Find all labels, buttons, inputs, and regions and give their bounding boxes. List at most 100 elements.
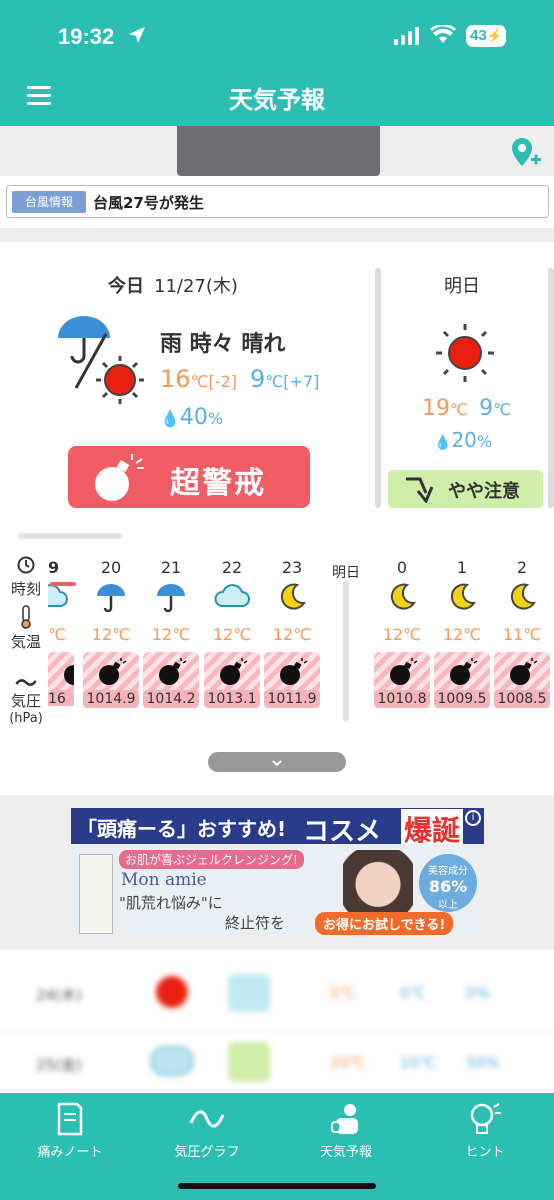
- arrow-down-curve-icon: [404, 475, 436, 508]
- today-rain: 💧40%: [160, 405, 224, 430]
- nav-bar: 天気予報: [0, 72, 554, 126]
- bomb-icon: [508, 658, 538, 690]
- hourly-column: 22 12℃ 1013.1: [202, 554, 262, 708]
- status-bar: 19:32 43⚡: [0, 0, 554, 72]
- sun-icon: [156, 976, 188, 1008]
- hour-temp: 12℃: [382, 625, 422, 644]
- home-indicator: [178, 1183, 376, 1189]
- rain-then-sun-icon: [54, 308, 150, 416]
- hour-label: 21: [160, 558, 182, 577]
- pressure-alert-cell: 16: [48, 652, 74, 706]
- product-tube-image: [79, 854, 113, 934]
- pressure-value: 1014.9: [83, 690, 139, 708]
- current-hour-indicator: [50, 582, 76, 586]
- hour-temp: 11℃: [502, 625, 542, 644]
- section-separator: [0, 228, 554, 242]
- raindrop-icon: 💧: [434, 435, 452, 451]
- pressure-value: 16: [48, 690, 74, 706]
- hour-label: 23: [281, 558, 303, 577]
- hour-temp: ℃: [48, 625, 66, 644]
- location-arrow-icon: [128, 26, 146, 48]
- pressure-value: 1011.9: [264, 690, 320, 708]
- bomb-icon: [157, 658, 187, 690]
- hourly-column: 20 12℃ 1014.9: [81, 554, 141, 708]
- hour-label: 2: [516, 558, 528, 577]
- battery-indicator: 43⚡: [466, 25, 506, 47]
- moon-icon: [432, 582, 492, 618]
- page-title: 天気予報: [229, 86, 325, 114]
- weekly-forecast[interactable]: 24(木) 0℃ 0℃ 0% 25(金) 20℃ 10℃ 50%: [0, 950, 554, 1092]
- moon-icon: [492, 582, 552, 618]
- ad-cta: お得にお試しできる!: [315, 912, 454, 935]
- hour-temp: 12℃: [151, 625, 191, 644]
- hour-label: 1: [456, 558, 468, 577]
- pressure-value: 1013.1: [204, 690, 260, 708]
- pressure-value: 1010.8: [374, 690, 430, 708]
- top-ad-strip: [0, 126, 554, 176]
- hourly-column: 23 12℃ 1011.9: [262, 554, 322, 708]
- hour-label: 22: [221, 558, 243, 577]
- hourly-column: 9 ℃ 16: [48, 554, 74, 706]
- tomorrow-alert-button[interactable]: やや注意: [388, 470, 543, 508]
- status-time: 19:32: [58, 24, 115, 49]
- bomb-icon: [278, 658, 308, 690]
- notebook-icon: [20, 1099, 120, 1139]
- signal-icon: [394, 27, 420, 49]
- wave-icon: [228, 974, 270, 1012]
- hourly-column: 21 12℃ 1014.2: [141, 554, 201, 708]
- chevron-down-icon: [271, 754, 283, 773]
- tomorrow-temps: 19℃ 9℃: [422, 396, 512, 421]
- cloud-icon: [48, 582, 74, 618]
- hourly-column: 1 12℃ 1009.5: [432, 554, 492, 708]
- bomb-icon: [90, 452, 146, 512]
- expand-chevron-button[interactable]: [208, 752, 346, 772]
- sun-icon: [434, 322, 496, 388]
- tab-pressure-graph[interactable]: 気圧グラフ: [157, 1099, 257, 1160]
- today-alert-button[interactable]: 超警戒: [68, 446, 310, 508]
- pressure-alert-cell: 1009.5: [434, 652, 490, 708]
- ad-banner[interactable]: 「頭痛ーる」おすすめ! コスメ 爆誕 i お肌が喜ぶジェルクレンジング! Mon…: [71, 808, 484, 936]
- tomorrow-rain: 💧20%: [434, 428, 493, 452]
- card-divider: [548, 268, 554, 508]
- hour-label: 20: [100, 558, 122, 577]
- card-scroll-indicator: [18, 533, 122, 539]
- pressure-value: 1009.5: [434, 690, 490, 708]
- hour-label: 0: [396, 558, 408, 577]
- bomb-icon: [388, 658, 418, 690]
- wifi-icon: [430, 23, 456, 49]
- notice-message: 台風27号が発生: [93, 194, 204, 212]
- add-location-icon[interactable]: [510, 136, 542, 174]
- ad-image[interactable]: [177, 126, 380, 176]
- weekly-row: 25(金) 20℃ 10℃ 50%: [0, 1030, 554, 1100]
- hourly-column: 0 12℃ 1010.8: [372, 554, 432, 708]
- typhoon-notice[interactable]: 台風情報 台風27号が発生: [6, 185, 549, 218]
- weather-person-icon: [296, 1099, 396, 1139]
- bomb-icon: [62, 658, 74, 690]
- ad-top-bar: 「頭痛ーる」おすすめ! コスメ 爆誕 i: [71, 808, 484, 849]
- weekly-row: 24(木) 0℃ 0℃ 0%: [0, 960, 554, 1030]
- bomb-icon: [97, 658, 127, 690]
- umbrella-icon: [81, 582, 141, 618]
- hour-temp: 12℃: [212, 625, 252, 644]
- bomb-icon: [448, 658, 478, 690]
- tab-hints[interactable]: ヒント: [435, 1099, 535, 1160]
- tab-pain-note[interactable]: 痛みノート: [20, 1099, 120, 1160]
- ad-badge: 美容成分 86% 以上: [419, 854, 477, 912]
- hour-temp: 12℃: [272, 625, 312, 644]
- info-icon[interactable]: i: [465, 810, 481, 826]
- today-temps: 16℃[-2] 9℃[+7]: [160, 365, 320, 393]
- hourly-column: 2 11℃ 1008.5: [492, 554, 552, 708]
- pressure-alert-cell: 1014.2: [143, 652, 199, 708]
- pressure-alert-cell: 1014.9: [83, 652, 139, 708]
- wave-icon: [157, 1099, 257, 1139]
- today-condition: 雨 時々 晴れ: [160, 332, 286, 357]
- arrow-icon: [228, 1042, 270, 1082]
- cloud-icon: [202, 582, 262, 618]
- umbrella-icon: [141, 582, 201, 618]
- tab-weather-forecast[interactable]: 天気予報: [296, 1099, 396, 1160]
- raindrop-icon: 💧: [160, 409, 180, 428]
- pressure-alert-cell: 1011.9: [264, 652, 320, 708]
- pressure-value: 1014.2: [143, 690, 199, 708]
- tomorrow-header: 明日: [444, 276, 480, 297]
- notice-tag: 台風情報: [12, 191, 86, 213]
